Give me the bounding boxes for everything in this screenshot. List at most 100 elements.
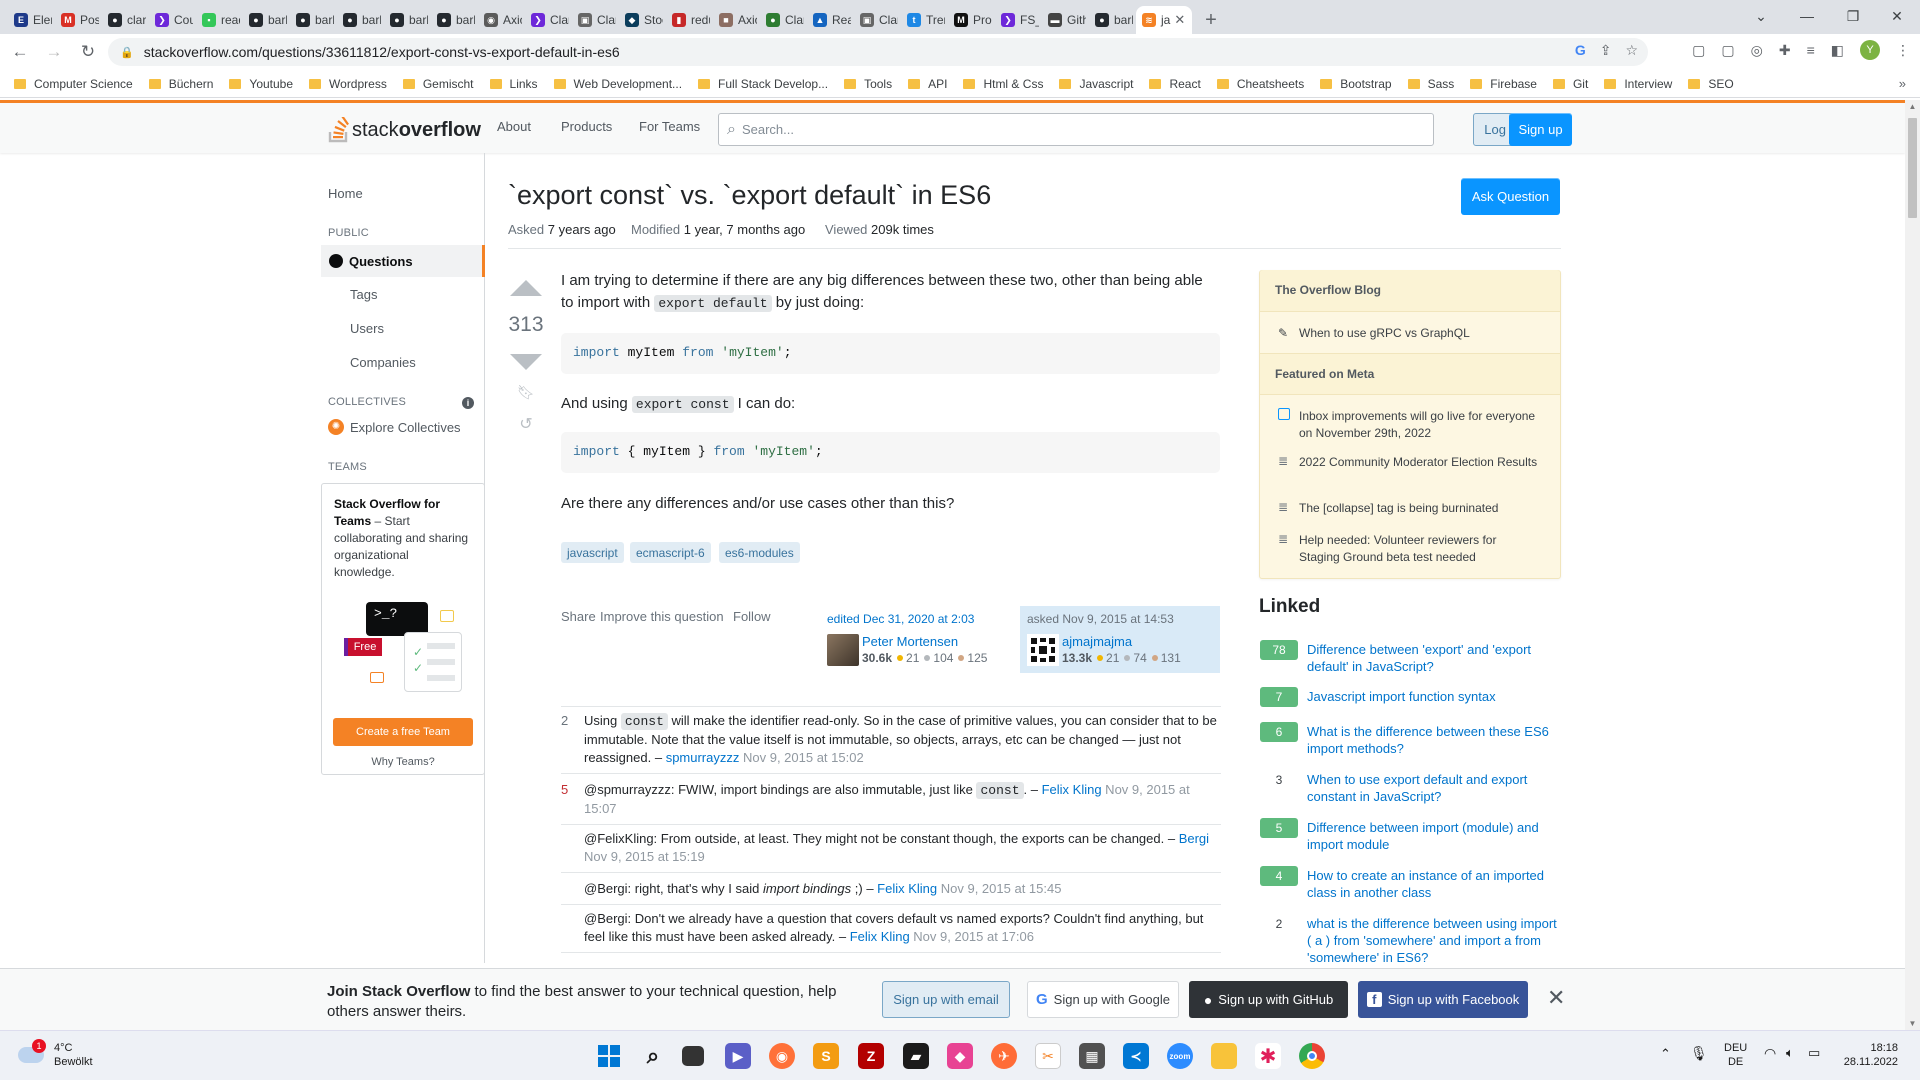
bookmark-folder[interactable]: Wordpress: [309, 77, 387, 91]
sidebar-item-tags[interactable]: Tags: [350, 287, 377, 302]
signup-email-button[interactable]: Sign up with email: [882, 981, 1010, 1018]
signup-button[interactable]: Sign up: [1509, 113, 1572, 146]
minimize-button[interactable]: —: [1784, 0, 1830, 32]
share-link[interactable]: Share: [561, 609, 596, 624]
editor-name[interactable]: Peter Mortensen: [862, 634, 958, 649]
comment-user[interactable]: spmurrayzzz: [666, 750, 740, 765]
owner-name[interactable]: ajmajmajma: [1062, 634, 1132, 649]
scroll-up-icon[interactable]: ▲: [1905, 102, 1920, 111]
linked-question-link[interactable]: Difference between import (module) and i…: [1307, 819, 1563, 853]
tab-search-icon[interactable]: ⌄: [1738, 0, 1784, 32]
firefox-icon[interactable]: ◉: [769, 1043, 795, 1069]
bookmark-folder[interactable]: Javascript: [1059, 77, 1133, 91]
history-icon[interactable]: ↺: [510, 414, 542, 434]
bookmark-folder[interactable]: Links: [489, 77, 538, 91]
tag-ecmascript-6[interactable]: ecmascript-6: [630, 542, 711, 563]
scroll-down-icon[interactable]: ▼: [1905, 1019, 1920, 1028]
downvote-button[interactable]: [510, 354, 542, 370]
task-view-icon[interactable]: [682, 1046, 704, 1066]
linked-score[interactable]: 4: [1260, 866, 1298, 886]
sidebar-item-explore-collectives[interactable]: ✺ Explore Collectives: [328, 419, 461, 435]
tag-es6-modules[interactable]: es6-modules: [719, 542, 800, 563]
browser-tab[interactable]: ● barb: [290, 6, 334, 34]
close-icon[interactable]: ✕: [1547, 985, 1565, 1011]
info-icon[interactable]: i: [462, 397, 474, 409]
nav-for-teams[interactable]: For Teams: [639, 119, 700, 134]
menu-dots-icon[interactable]: ⋮: [1896, 42, 1910, 59]
bookmark-folder[interactable]: Interview: [1604, 77, 1672, 91]
sidebar-item-companies[interactable]: Companies: [350, 355, 416, 370]
comment-user[interactable]: Felix Kling: [1042, 782, 1102, 797]
nav-products[interactable]: Products: [561, 119, 612, 134]
bookmark-folder[interactable]: Youtube: [229, 77, 293, 91]
linked-question-link[interactable]: How to create an instance of an imported…: [1307, 867, 1563, 901]
bookmark-folder[interactable]: Sass: [1407, 77, 1454, 91]
browser-tab[interactable]: ■ Axio: [713, 6, 757, 34]
linked-question-link[interactable]: What is the difference between these ES6…: [1307, 723, 1563, 757]
scrollbar-thumb[interactable]: [1908, 118, 1917, 218]
bookmark-folder[interactable]: Firebase: [1470, 77, 1537, 91]
edited-date-link[interactable]: edited Dec 31, 2020 at 2:03: [827, 612, 974, 626]
restore-button[interactable]: ❐: [1830, 0, 1876, 32]
bookmark-star-icon[interactable]: ☆: [1625, 42, 1638, 59]
browser-tab[interactable]: M Pron: [948, 6, 992, 34]
bookmark-folder[interactable]: Büchern: [148, 77, 213, 91]
file-explorer-icon[interactable]: [1211, 1043, 1237, 1069]
browser-tab[interactable]: E Elem: [8, 6, 52, 34]
browser-tab[interactable]: ❯ Cour: [149, 6, 193, 34]
blog-item[interactable]: When to use gRPC vs GraphQL: [1299, 325, 1539, 342]
browser-tab[interactable]: ▮ redu: [666, 6, 710, 34]
linked-score[interactable]: 78: [1260, 640, 1298, 660]
reading-list-icon[interactable]: ≡: [1807, 42, 1815, 58]
bookmark-folder[interactable]: React: [1149, 77, 1201, 91]
chrome-icon[interactable]: [1299, 1043, 1325, 1069]
share-icon[interactable]: ⇪: [1600, 42, 1612, 59]
modified-value[interactable]: 1 year, 7 months ago: [684, 222, 805, 237]
postman-icon[interactable]: ✈: [991, 1043, 1017, 1069]
meta-item-2[interactable]: 2022 Community Moderator Election Result…: [1299, 454, 1539, 471]
linked-score[interactable]: 2: [1260, 914, 1298, 934]
weather-widget[interactable]: 1 4°C Bewölkt: [18, 1039, 93, 1069]
bookmark-folder[interactable]: Web Development...: [553, 77, 682, 91]
clock[interactable]: 18:18 28.11.2022: [1840, 1041, 1898, 1069]
figma-icon[interactable]: ◆: [947, 1043, 973, 1069]
browser-tab[interactable]: ▲ Reac: [807, 6, 851, 34]
linked-question-link[interactable]: Difference between 'export' and 'export …: [1307, 641, 1563, 675]
tray-chevron-icon[interactable]: ⌃: [1660, 1047, 1671, 1061]
bookmark-folder[interactable]: Cheatsheets: [1216, 77, 1304, 91]
bookmark-folder[interactable]: SEO: [1688, 77, 1734, 91]
bookmark-icon[interactable]: 🔖︎: [510, 384, 542, 401]
browser-tab[interactable]: t Trem: [901, 6, 945, 34]
meta-item-1[interactable]: Inbox improvements will go live for ever…: [1299, 408, 1539, 442]
follow-link[interactable]: Follow: [733, 609, 771, 624]
tag-javascript[interactable]: javascript: [561, 542, 624, 563]
browser-tab[interactable]: ● barb: [431, 6, 475, 34]
sidebar-item-questions[interactable]: Questions: [321, 245, 485, 277]
snipping-tool-icon[interactable]: ✂: [1035, 1043, 1061, 1069]
browser-tab[interactable]: ● Claru: [760, 6, 804, 34]
back-icon[interactable]: ←: [6, 38, 34, 66]
zoom-icon[interactable]: zoom: [1167, 1043, 1193, 1069]
bookmark-folder[interactable]: Git: [1552, 77, 1588, 91]
extension-icon-3[interactable]: ◎: [1751, 42, 1763, 59]
comment-user[interactable]: Bergi: [1179, 831, 1209, 846]
linked-score[interactable]: 5: [1260, 818, 1298, 838]
nav-about[interactable]: About: [497, 119, 531, 134]
comment-user[interactable]: Felix Kling: [850, 929, 910, 944]
why-teams-link[interactable]: Why Teams?: [322, 756, 484, 768]
close-window-button[interactable]: ✕: [1874, 0, 1920, 32]
url-bar[interactable]: 🔒 stackoverflow.com/questions/33611812/e…: [108, 38, 1648, 66]
browser-tab[interactable]: ◉ Axio: [478, 6, 522, 34]
question-title[interactable]: `export const` vs. `export default` in E…: [508, 180, 991, 211]
editor-avatar[interactable]: [827, 634, 859, 666]
so-logo[interactable]: stack overflow: [328, 117, 481, 143]
linked-score[interactable]: 6: [1260, 722, 1298, 742]
volume-icon[interactable]: 🔈︎: [1786, 1046, 1794, 1060]
calculator-icon[interactable]: ▦: [1079, 1043, 1105, 1069]
create-free-team-button[interactable]: Create a free Team: [333, 718, 473, 746]
linked-question-link[interactable]: Javascript import function syntax: [1307, 688, 1563, 705]
signup-github-button[interactable]: ● Sign up with GitHub: [1189, 981, 1348, 1018]
linked-score[interactable]: 7: [1260, 687, 1298, 707]
tab-close-icon[interactable]: ✕: [1174, 12, 1185, 28]
bookmark-folder[interactable]: Bootstrap: [1320, 77, 1392, 91]
